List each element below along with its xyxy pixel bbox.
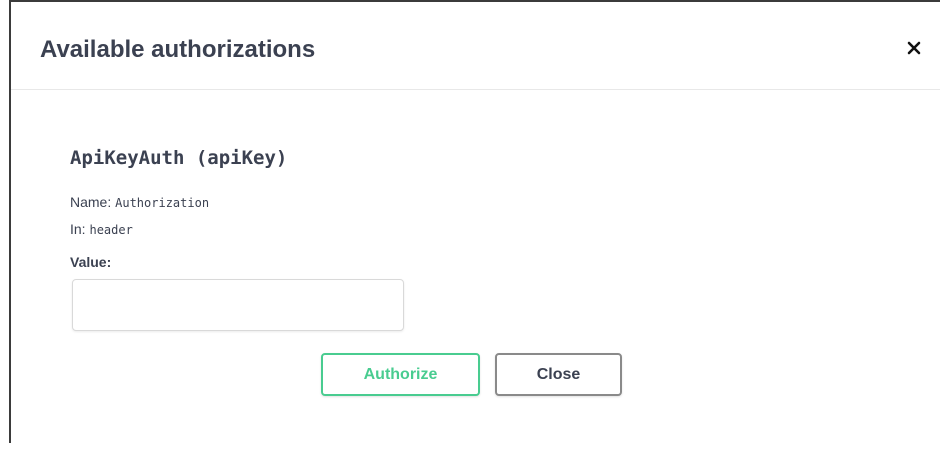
close-icon[interactable] [902, 36, 926, 60]
in-value: header [89, 223, 133, 237]
name-line: Name: Authorization [70, 193, 209, 212]
modal-header: Available authorizations [11, 2, 940, 90]
value-label: Value: [70, 254, 112, 270]
in-label: In: [70, 221, 86, 237]
auth-modal: Available authorizations ApiKeyAuth (api… [9, 0, 940, 443]
in-line: In: header [70, 220, 133, 239]
modal-title: Available authorizations [40, 36, 316, 63]
close-button[interactable]: Close [495, 353, 622, 396]
authorize-button[interactable]: Authorize [321, 353, 480, 396]
name-value: Authorization [115, 196, 210, 210]
name-label: Name: [70, 194, 112, 210]
api-key-value-input[interactable] [72, 279, 404, 331]
scheme-title: ApiKeyAuth (apiKey) [70, 147, 288, 169]
